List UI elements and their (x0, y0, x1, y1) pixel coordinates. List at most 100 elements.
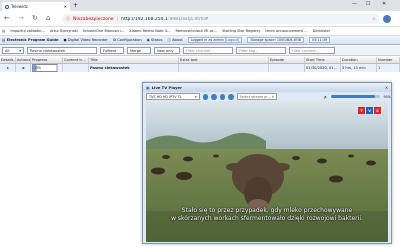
progress-bar: 15% (32, 64, 58, 72)
bookmark-2[interactable]: ScholarOne Manuscri... (83, 29, 124, 33)
apps-icon[interactable]: ▦ (2, 29, 5, 33)
url-text[interactable]: http://192.168.254.1:9981/extjs.html# (121, 17, 208, 22)
record-icon[interactable]: ▪ (22, 66, 24, 70)
filter-channel-input[interactable]: Filter channel... (183, 47, 233, 54)
table-row[interactable]: ▸ ▪ 15% Pasmo ciekawostek 01/30/2020, 01… (0, 64, 400, 72)
forward-icon[interactable]: → (18, 14, 24, 22)
browser-tab[interactable]: Telewidz ✕ (2, 2, 70, 11)
live-tv-player-window[interactable]: ▣ Live TV Player ✕ TVS HD HD IPTV TL ▾ Se… (142, 82, 392, 244)
volume-slider-fill (330, 95, 376, 98)
login-label: Logged in as admin (190, 38, 224, 42)
subtitles: Stało się to przez przypadek, gdy mleko … (146, 207, 388, 223)
search-input[interactable]: Pasmo ciekawostek (27, 47, 97, 54)
col-progress[interactable]: Progress (31, 57, 63, 63)
tab-about-label: About (172, 37, 183, 42)
play-icon[interactable] (202, 93, 209, 100)
col-number[interactable]: Number (377, 57, 400, 63)
tab-configuration[interactable]: ⚙ Configuration (113, 38, 142, 42)
filter-content-placeholder: Filter content... (292, 48, 320, 53)
omnibox[interactable]: ⓘ Niezabezpieczone | http://192.168.254.… (62, 14, 380, 24)
start-time-cell: 01/30/2020, 01... (305, 64, 341, 72)
url-path: :9981/extjs.html# (167, 16, 209, 22)
tab-dvr[interactable]: ● Digital Video Recorder (63, 38, 107, 42)
filter-content-input[interactable]: Filter content... (289, 47, 335, 54)
warning-icon: ⓘ (66, 16, 70, 21)
bookmark-5[interactable]: Starling Star Registry (222, 29, 260, 33)
home-icon[interactable]: ⌂ (46, 14, 50, 22)
logo-letter-v: V (366, 107, 373, 114)
subtitle-line-1: Stało się to przez przypadek, gdy mleko … (181, 207, 353, 214)
volume-label: 90% (383, 94, 391, 99)
fulltext-checkbox[interactable]: Fulltext (100, 47, 124, 54)
bookmark-6[interactable]: tmdn announcement ... (265, 29, 307, 33)
bookmarks-bar: ▦ Importuj zakładki... Artur Burzynski S… (0, 27, 400, 36)
maximize-icon[interactable]: ☐ (366, 1, 370, 7)
close-window-icon[interactable]: ✕ (382, 1, 386, 7)
volume-icon[interactable]: 🔈 (324, 95, 328, 99)
channel-dropdown[interactable]: TVS HD HD IPTV TL ▾ (146, 93, 200, 100)
url-host: http://192.168.254.1 (121, 16, 168, 22)
number-cell: 1 (377, 64, 400, 72)
channel-select[interactable]: All ▾ (2, 47, 24, 54)
tab-about[interactable]: ⓘ About (167, 38, 182, 43)
new-only-checkbox[interactable]: New only (154, 47, 180, 54)
bookmark-1[interactable]: Artur Burzynski (50, 29, 78, 33)
tv-icon: ▣ (146, 85, 150, 90)
channel-select-value: All (5, 48, 10, 53)
logo-letter-t: T (358, 107, 365, 114)
pause-icon[interactable] (211, 93, 217, 100)
minimize-icon[interactable]: — (352, 1, 357, 7)
extra-text-cell (179, 64, 269, 72)
col-episode[interactable]: Episode (269, 57, 305, 63)
progress-label: 15% (33, 65, 57, 71)
col-duration[interactable]: Duration (341, 57, 377, 63)
filter-tag-input[interactable]: Filter tag... (236, 47, 286, 54)
col-start-time[interactable]: Start Time (305, 57, 341, 63)
bookmark-0[interactable]: Importuj zakładki... (10, 29, 45, 33)
bookmark-4[interactable]: Remove/unlock Mi ac... (175, 29, 217, 33)
star-icon[interactable]: ☆ (372, 17, 376, 22)
col-details[interactable]: Details (0, 57, 16, 63)
logout-link[interactable]: [Logout] (225, 38, 239, 42)
col-extra-text[interactable]: Extra text (179, 57, 269, 63)
filter-channel-placeholder: Filter channel... (186, 48, 214, 53)
actions-cell[interactable]: ▪ (16, 64, 31, 72)
col-content-icons[interactable]: Content ic... (63, 57, 89, 63)
back-icon[interactable]: ← (4, 14, 10, 22)
volume-slider[interactable] (330, 95, 381, 98)
bookmark-3[interactable]: Xiaomi Redmi Note 4... (129, 29, 170, 33)
storage-status: Storage space: 100GiB/8.6TiB (247, 37, 304, 43)
filter-bar: All ▾ Pasmo ciekawostek Fulltext Merge Ne… (0, 46, 400, 56)
merge-label: Merge (130, 48, 142, 53)
search-input-value: Pasmo ciekawostek (30, 48, 66, 53)
details-cell[interactable]: ▸ (0, 64, 16, 72)
col-actions[interactable]: Actions (16, 57, 31, 63)
fullscreen-icon[interactable] (228, 93, 234, 100)
bookmark-7[interactable]: Darklister (313, 29, 331, 33)
tab-status[interactable]: ◉ Status (147, 38, 163, 42)
tab-configuration-label: Configuration (117, 38, 142, 42)
stop-icon[interactable] (219, 93, 226, 100)
new-tab-icon[interactable]: + (73, 2, 78, 9)
chevron-down-icon: ▾ (194, 94, 197, 99)
merge-checkbox[interactable]: Merge (127, 47, 151, 54)
tab-epg[interactable]: ▤ Electronic Program Guide (2, 38, 58, 42)
stream-profile-dropdown[interactable]: Select stream profile...▾ (236, 93, 277, 100)
tab-epg-label: Electronic Program Guide (6, 38, 59, 42)
chevron-down-icon: ▾ (19, 48, 21, 53)
reload-icon[interactable]: ↻ (32, 14, 38, 22)
tab-title: Telewidz (11, 4, 28, 9)
profile-avatar[interactable] (383, 15, 391, 23)
duration-cell: 3 hrs, 15 min (341, 64, 377, 72)
player-close-icon[interactable]: ✕ (385, 85, 388, 90)
player-titlebar[interactable]: ▣ Live TV Player ✕ (143, 83, 391, 92)
tab-close-icon[interactable]: ✕ (64, 4, 67, 9)
tab-favicon-icon (5, 4, 9, 9)
details-icon[interactable]: ▸ (7, 66, 9, 70)
col-title[interactable]: Title (89, 57, 179, 63)
tab-status-label: Status (150, 38, 163, 42)
tab-dvr-label: Digital Video Recorder (67, 38, 108, 42)
new-only-label: New only (157, 48, 174, 53)
login-status: Logged in as admin [Logout] (187, 37, 243, 43)
video-frame[interactable]: T V S Stało się to przez przypadek, gdy … (146, 101, 388, 242)
